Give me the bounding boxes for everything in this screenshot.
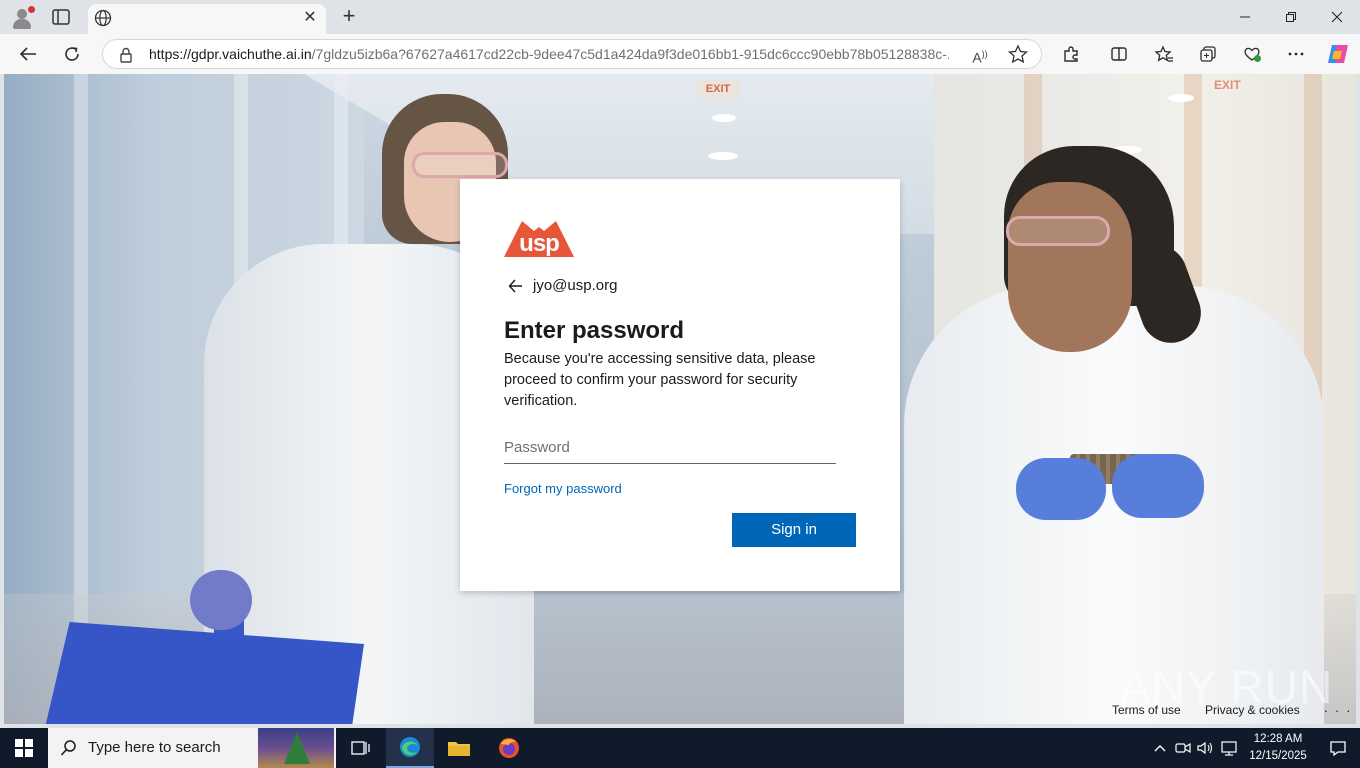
- edge-icon[interactable]: [386, 728, 434, 768]
- back-icon[interactable]: [14, 41, 42, 67]
- read-aloud-icon[interactable]: A)): [969, 44, 991, 66]
- meet-now-icon[interactable]: [1173, 738, 1193, 758]
- terms-of-use-link[interactable]: Terms of use: [1112, 702, 1181, 718]
- sign-in-button[interactable]: Sign in: [732, 513, 856, 547]
- task-view-icon[interactable]: [336, 728, 384, 768]
- system-clock[interactable]: 12:28 AM 12/15/2025: [1244, 731, 1312, 765]
- chevron-up-icon[interactable]: [1150, 738, 1170, 758]
- file-explorer-icon[interactable]: [435, 728, 483, 768]
- firefox-icon[interactable]: [485, 728, 533, 768]
- profile-avatar-icon[interactable]: [10, 6, 35, 30]
- collections-icon[interactable]: [1194, 41, 1222, 67]
- notification-icon[interactable]: [1316, 728, 1360, 768]
- globe-icon: [94, 9, 112, 27]
- forgot-password-link[interactable]: Forgot my password: [504, 480, 622, 498]
- identity-email: jyo@usp.org: [533, 277, 618, 294]
- refresh-icon[interactable]: [58, 41, 86, 67]
- split-screen-icon[interactable]: [1105, 41, 1133, 67]
- network-icon[interactable]: [1220, 738, 1240, 758]
- browser-toolbar: https://gdpr.vaichuthe.ai.in/7gldzu5izb6…: [0, 34, 1360, 74]
- usp-logo: usp: [504, 221, 574, 259]
- footer-more-options[interactable]: . . .: [1324, 700, 1352, 715]
- close-tab-icon[interactable]: ✕: [302, 10, 318, 26]
- browser-essentials-icon[interactable]: [1238, 41, 1266, 67]
- new-tab-icon[interactable]: +: [338, 5, 360, 27]
- privacy-cookies-link[interactable]: Privacy & cookies: [1205, 702, 1300, 718]
- sign-in-card: usp jyo@usp.org Enter password Because y…: [460, 179, 900, 591]
- windows-start-icon[interactable]: [0, 728, 48, 768]
- favorites-icon[interactable]: [1150, 41, 1178, 67]
- back-arrow-icon[interactable]: [508, 278, 526, 294]
- web-page: EXIT EXIT usp jyo@usp.org Enter password…: [4, 74, 1356, 724]
- clock-date: 12/15/2025: [1249, 750, 1307, 762]
- more-icon[interactable]: [1282, 41, 1310, 67]
- usp-logo-text: usp: [519, 230, 560, 257]
- url-host: https://gdpr.vaichuthe.ai.in: [149, 46, 312, 62]
- restore-icon[interactable]: [1268, 0, 1314, 34]
- speaker-icon[interactable]: [1196, 738, 1216, 758]
- taskbar-search-box[interactable]: Type here to search: [48, 728, 336, 768]
- tab-actions-icon[interactable]: [50, 7, 72, 27]
- clock-time: 12:28 AM: [1253, 733, 1303, 745]
- close-window-icon[interactable]: [1314, 0, 1360, 34]
- taskbar: Type here to search 12:28 AM 12/15/2025: [0, 728, 1360, 768]
- copilot-icon[interactable]: [1324, 41, 1352, 67]
- password-input[interactable]: [504, 432, 836, 464]
- search-placeholder: Type here to search: [88, 739, 221, 756]
- identity-banner[interactable]: jyo@usp.org: [504, 275, 844, 297]
- search-icon: [60, 739, 78, 757]
- favorite-star-icon[interactable]: [1007, 44, 1029, 64]
- extensions-icon[interactable]: [1057, 41, 1085, 67]
- url-text[interactable]: https://gdpr.vaichuthe.ai.in/7gldzu5izb6…: [149, 40, 949, 68]
- minimize-icon[interactable]: [1222, 0, 1268, 34]
- lock-icon[interactable]: [117, 46, 135, 64]
- page-title: Enter password: [504, 317, 685, 344]
- tab-strip: ✕ +: [0, 0, 1360, 34]
- active-tab[interactable]: ✕: [88, 4, 326, 34]
- address-bar[interactable]: https://gdpr.vaichuthe.ai.in/7gldzu5izb6…: [102, 39, 1042, 69]
- url-path: /7gldzu5izb6a?67627a4617cd22cb-9dee47c5d…: [311, 46, 949, 62]
- description-text: Because you're accessing sensitive data,…: [504, 351, 816, 409]
